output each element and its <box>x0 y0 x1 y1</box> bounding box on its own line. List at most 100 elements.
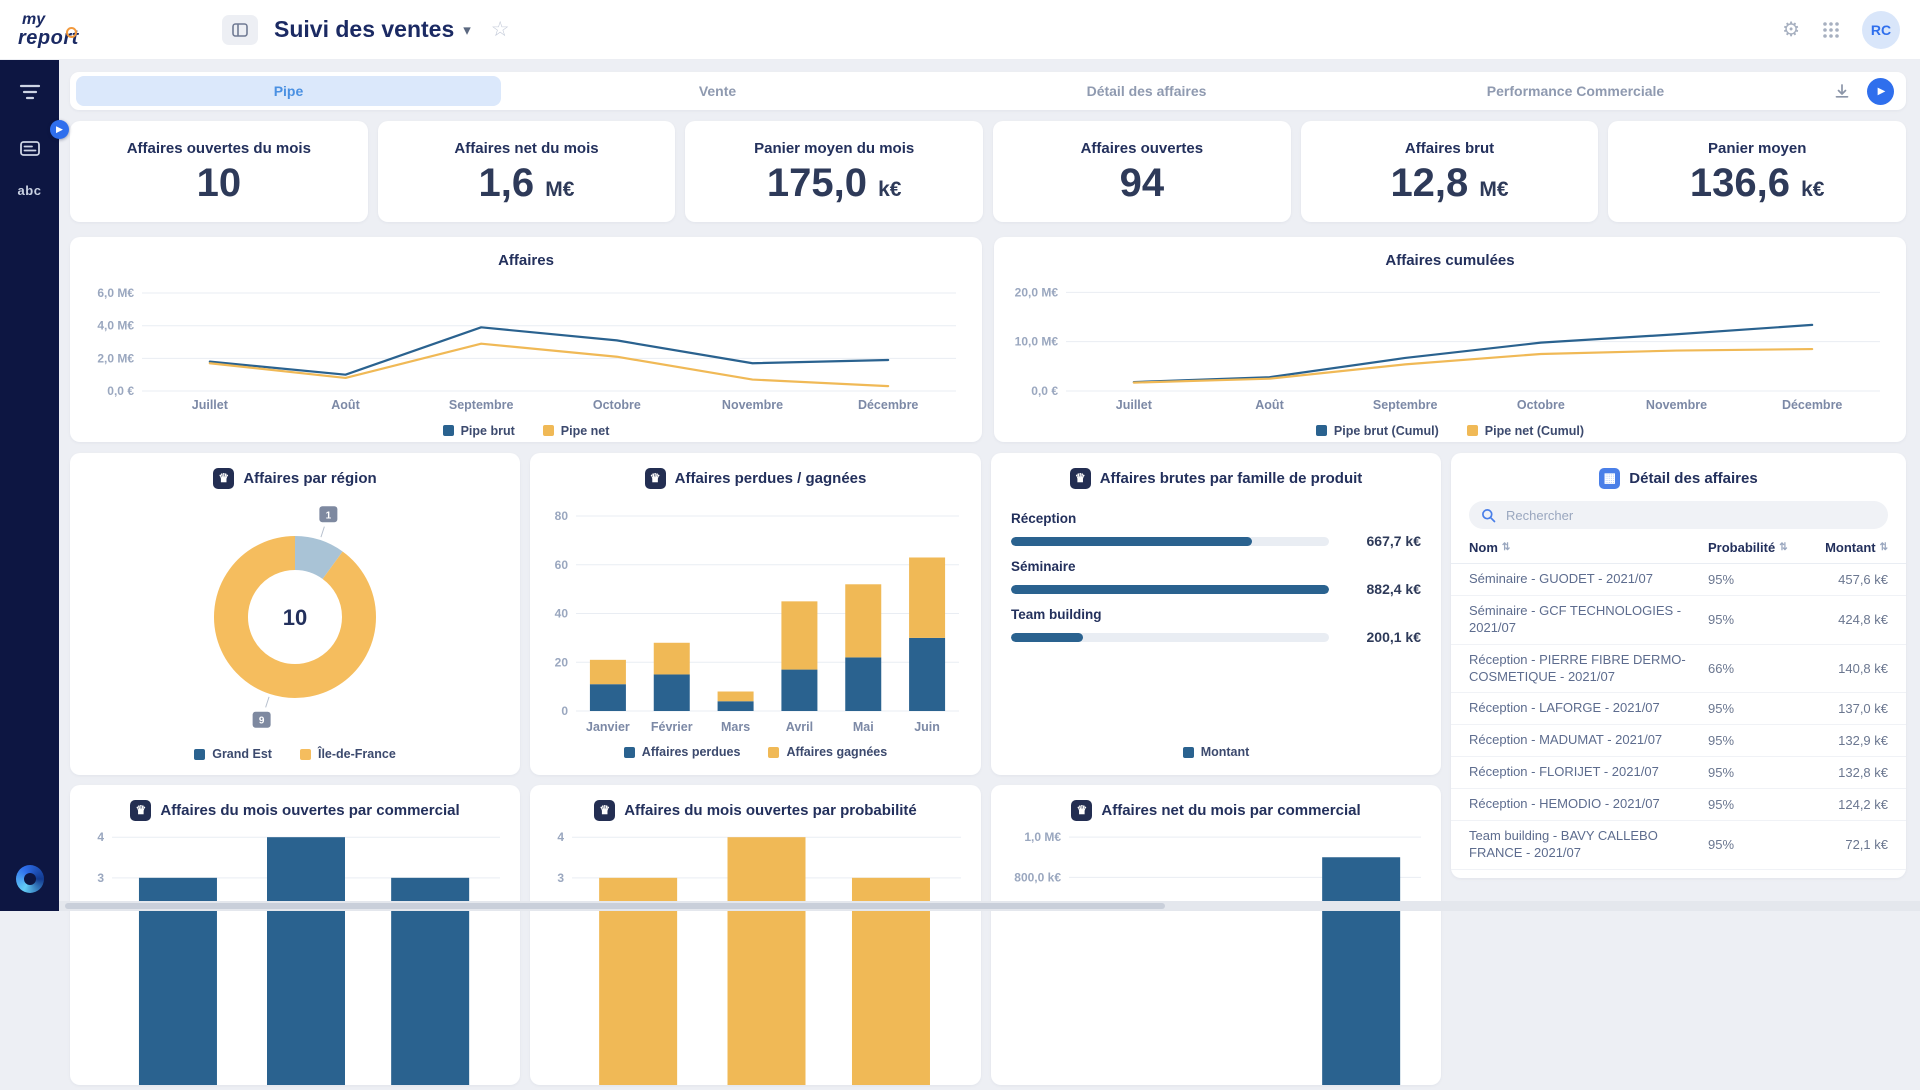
apps-grid-icon[interactable] <box>1822 21 1840 39</box>
table-body: Séminaire - GUODET - 2021/0795%457,6 k€S… <box>1451 564 1906 878</box>
panel-expand-toggle[interactable]: ▶ <box>50 120 69 139</box>
cell-montant: 457,6 k€ <box>1804 572 1888 587</box>
sort-probabilite-icon[interactable]: ⇅ <box>1779 542 1787 553</box>
cell-probabilite: 95% <box>1708 733 1804 748</box>
cell-probabilite: 66% <box>1708 661 1804 676</box>
legend-item[interactable]: Grand Est <box>194 747 272 761</box>
cell-probabilite: 95% <box>1708 765 1804 780</box>
table-row[interactable]: Séminaire - GUODET - 2021/0795%457,6 k€ <box>1451 564 1906 595</box>
hbar-track <box>1011 633 1329 642</box>
legend-swatch <box>1316 425 1327 436</box>
favorite-star-icon[interactable]: ☆ <box>491 17 510 42</box>
report-card-icon[interactable] <box>13 131 47 165</box>
legend-label: Île-de-France <box>318 747 396 761</box>
legend-label: Pipe net <box>561 424 610 438</box>
table-row[interactable]: Réception - FLORIJET - 2021/0795%132,8 k… <box>1451 756 1906 788</box>
kpi-label: Affaires brut <box>1405 140 1494 157</box>
cell-nom: Team building - BAVY CALLEBO FRANCE - 20… <box>1469 828 1708 862</box>
download-icon[interactable] <box>1833 82 1851 100</box>
legend-label: Affaires gagnées <box>786 745 887 759</box>
legend-item[interactable]: Pipe net <box>543 424 610 438</box>
svg-text:Mars: Mars <box>721 720 750 734</box>
svg-text:Décembre: Décembre <box>1782 398 1842 412</box>
user-avatar[interactable]: RC <box>1862 11 1900 49</box>
kpi-row: Affaires ouvertes du mois 10 Affaires ne… <box>70 121 1906 222</box>
cell-montant: 137,0 k€ <box>1804 701 1888 716</box>
svg-text:20: 20 <box>555 655 569 669</box>
legend-swatch <box>1467 425 1478 436</box>
table-search[interactable] <box>1469 501 1888 529</box>
table-row[interactable]: Réception - MADUMAT - 2021/0795%132,9 k€ <box>1451 724 1906 756</box>
chart-card-mois-commercial: ♛ Affaires du mois ouvertes par commerci… <box>70 785 520 1085</box>
legend-item[interactable]: Montant <box>1183 745 1250 759</box>
cell-probabilite: 95% <box>1708 701 1804 716</box>
chart-title: Affaires du mois ouvertes par commercial <box>160 802 459 819</box>
table-row[interactable]: Réception - PIERRE FIBRE DERMO-COSMETIQU… <box>1451 644 1906 693</box>
legend-item[interactable]: Affaires gagnées <box>768 745 887 759</box>
sort-nom-icon[interactable]: ⇅ <box>1502 542 1510 553</box>
cell-probabilite: 95% <box>1708 612 1804 627</box>
logo-line1: my <box>22 12 110 28</box>
tab-detail-des-affaires[interactable]: Détail des affaires <box>934 76 1359 106</box>
tab-performance-commerciale[interactable]: Performance Commerciale <box>1363 76 1788 106</box>
search-input[interactable] <box>1504 507 1876 524</box>
settings-gear-icon[interactable]: ⚙ <box>1782 17 1800 42</box>
hbar-row-label: Team building <box>1011 607 1421 622</box>
svg-text:40: 40 <box>555 607 569 621</box>
cell-nom: Séminaire - GUODET - 2021/07 <box>1469 571 1708 588</box>
chart-title: Affaires par région <box>243 470 376 487</box>
tab-vente[interactable]: Vente <box>505 76 930 106</box>
svg-text:Janvier: Janvier <box>586 720 630 734</box>
chart-card-famille-produit: ♛ Affaires brutes par famille de produit… <box>991 453 1441 775</box>
mois-probabilite-bar-chart: 34 <box>534 821 977 1085</box>
kpi-affaires-ouvertes: Affaires ouvertes 94 <box>993 121 1291 222</box>
svg-text:1,0 M€: 1,0 M€ <box>1024 830 1061 844</box>
table-row[interactable]: Team building - JACUMI FRANCE - 2021/079… <box>1451 869 1906 878</box>
kpi-label: Affaires ouvertes <box>1081 140 1204 157</box>
play-button[interactable]: ▶ <box>1867 78 1894 105</box>
legend-item[interactable]: Affaires perdues <box>624 745 741 759</box>
legend-item[interactable]: Pipe net (Cumul) <box>1467 424 1584 438</box>
svg-text:4: 4 <box>557 830 564 844</box>
chart-legend: Grand Est Île-de-France <box>70 741 520 767</box>
kpi-value: 12,8 M€ <box>1390 163 1508 203</box>
legend-label: Montant <box>1201 745 1250 759</box>
table-row[interactable]: Réception - LAFORGE - 2021/0795%137,0 k€ <box>1451 692 1906 724</box>
chart-title: Affaires du mois ouvertes par probabilit… <box>624 802 917 819</box>
chart-card-mois-probabilite: ♛ Affaires du mois ouvertes par probabil… <box>530 785 981 1085</box>
horizontal-scrollbar-thumb[interactable] <box>65 903 1165 909</box>
page-title: Suivi des ventes <box>274 16 454 43</box>
tab-bar: Pipe Vente Détail des affaires Performan… <box>70 72 1906 110</box>
kpi-label: Affaires net du mois <box>454 140 598 157</box>
legend-item[interactable]: Pipe brut <box>443 424 515 438</box>
svg-text:0,0 €: 0,0 € <box>1031 384 1058 398</box>
hbar-row-label: Séminaire <box>1011 559 1421 574</box>
legend-swatch <box>300 749 311 760</box>
chart-title: Affaires <box>498 252 554 269</box>
table-row[interactable]: Team building - BAVY CALLEBO FRANCE - 20… <box>1451 820 1906 869</box>
table-row[interactable]: Séminaire - GCF TECHNOLOGIES - 2021/0795… <box>1451 595 1906 644</box>
legend-item[interactable]: Pipe brut (Cumul) <box>1316 424 1439 438</box>
sort-montant-icon[interactable]: ⇅ <box>1880 542 1888 553</box>
abc-text-tool[interactable]: abc <box>18 183 42 198</box>
logo-line2: report <box>18 28 110 48</box>
svg-text:20,0 M€: 20,0 M€ <box>1015 285 1059 299</box>
kpi-affaires-ouvertes-du-mois: Affaires ouvertes du mois 10 <box>70 121 368 222</box>
svg-text:Octobre: Octobre <box>593 398 641 412</box>
collapse-sidebar-button[interactable] <box>222 15 258 45</box>
kpi-panier-moyen: Panier moyen 136,6 k€ <box>1608 121 1906 222</box>
hbar-track <box>1011 585 1329 594</box>
svg-text:Novembre: Novembre <box>1646 398 1707 412</box>
title-dropdown-caret[interactable]: ▾ <box>463 21 471 39</box>
legend-item[interactable]: Île-de-France <box>300 747 396 761</box>
cell-nom: Réception - LAFORGE - 2021/07 <box>1469 700 1708 717</box>
detail-affaires-table-card: ▦ Détail des affaires Nom⇅ Probabilité⇅ … <box>1451 453 1906 878</box>
tab-pipe[interactable]: Pipe <box>76 76 501 106</box>
svg-text:80: 80 <box>555 509 569 523</box>
filter-icon[interactable] <box>13 75 47 109</box>
table-row[interactable]: Réception - HEMODIO - 2021/0795%124,2 k€ <box>1451 788 1906 820</box>
chart-legend: Pipe brut (Cumul) Pipe net (Cumul) <box>994 420 1906 442</box>
cell-nom: Team building - JACUMI FRANCE - 2021/07 <box>1469 877 1708 878</box>
legend-swatch <box>624 747 635 758</box>
horizontal-scrollbar[interactable] <box>59 901 1920 911</box>
